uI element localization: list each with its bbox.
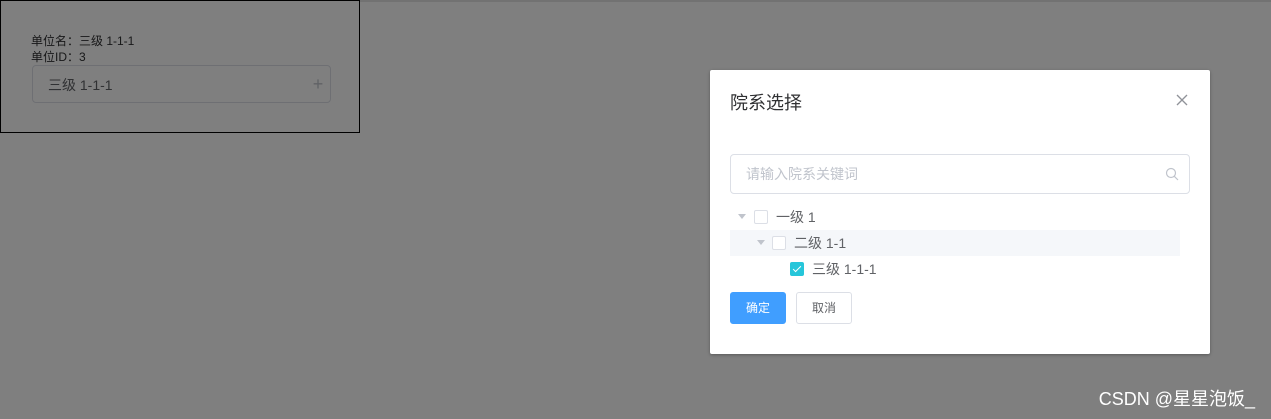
- caret-down-icon[interactable]: [738, 214, 746, 219]
- tree-node-label[interactable]: 一级 1: [776, 208, 816, 226]
- watermark: CSDN @星星泡饭_: [1098, 389, 1255, 409]
- tree-checkbox[interactable]: [754, 210, 768, 224]
- dialog-title: 院系选择: [730, 93, 802, 113]
- cancel-button[interactable]: 取消: [796, 292, 852, 324]
- department-select-dialog: 院系选择 一级 1 二级 1-1 三级 1-1-1: [710, 70, 1210, 354]
- department-tree: 一级 1 二级 1-1 三级 1-1-1: [730, 204, 1180, 282]
- search-box: [730, 154, 1190, 194]
- tree-node-level-2[interactable]: 二级 1-1: [730, 230, 1180, 256]
- tree-checkbox[interactable]: [772, 236, 786, 250]
- close-icon[interactable]: [1174, 92, 1190, 108]
- tree-node-label[interactable]: 二级 1-1: [794, 234, 846, 252]
- caret-down-icon[interactable]: [757, 240, 765, 245]
- search-input[interactable]: [731, 155, 1151, 193]
- search-icon[interactable]: [1165, 167, 1179, 181]
- tree-node-label[interactable]: 三级 1-1-1: [812, 260, 877, 278]
- confirm-button[interactable]: 确定: [730, 292, 786, 324]
- tree-node-level-1[interactable]: 一级 1: [730, 204, 1180, 230]
- tree-node-level-3[interactable]: 三级 1-1-1: [730, 256, 1180, 282]
- tree-checkbox-checked[interactable]: [790, 262, 804, 276]
